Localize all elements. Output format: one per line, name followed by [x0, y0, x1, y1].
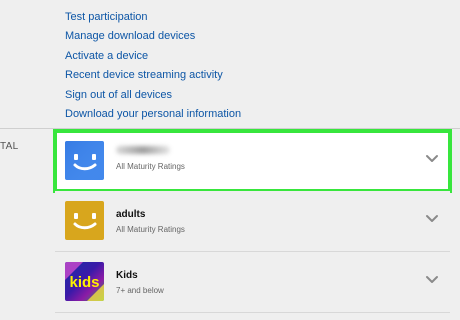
download-personal-information-link[interactable]: Download your personal information	[65, 107, 241, 121]
profile-name-adults: adults	[116, 209, 146, 220]
profile-maturity-rating: All Maturity Ratings	[116, 225, 185, 234]
chevron-down-icon[interactable]	[424, 272, 440, 288]
test-participation-link[interactable]: Test participation	[65, 10, 148, 24]
recent-device-streaming-activity-link[interactable]: Recent device streaming activity	[65, 68, 223, 82]
section-divider	[0, 128, 460, 129]
profile-row-kids[interactable]: kids Kids 7+ and below	[55, 252, 450, 313]
profile-list: All Maturity Ratings adults All Maturity…	[53, 129, 452, 313]
blue-smiley-avatar-icon	[65, 141, 104, 180]
account-settings-view: Test participation Manage download devic…	[0, 0, 460, 320]
chevron-down-icon[interactable]	[424, 151, 440, 167]
manage-download-devices-link[interactable]: Manage download devices	[65, 29, 195, 43]
profile-name-hidden	[116, 146, 170, 154]
svg-text:kids: kids	[69, 274, 99, 291]
sign-out-all-devices-link[interactable]: Sign out of all devices	[65, 88, 172, 102]
profile-maturity-rating: All Maturity Ratings	[116, 162, 185, 171]
section-label-fragment: TAL	[0, 141, 19, 152]
chevron-down-icon[interactable]	[424, 211, 440, 227]
yellow-smiley-avatar-icon	[65, 201, 104, 240]
profile-row-primary[interactable]: All Maturity Ratings	[53, 129, 452, 193]
activate-device-link[interactable]: Activate a device	[65, 49, 148, 63]
kids-avatar-icon: kids	[65, 262, 104, 301]
profile-row-adults[interactable]: adults All Maturity Ratings	[55, 191, 450, 252]
profile-maturity-rating: 7+ and below	[116, 286, 164, 295]
profile-name-kids: Kids	[116, 270, 138, 281]
